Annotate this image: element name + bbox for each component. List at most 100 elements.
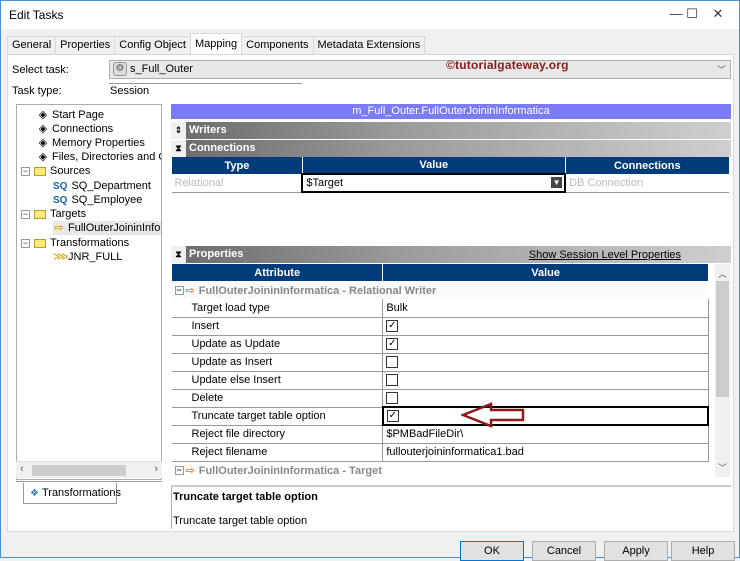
property-value[interactable]: ✓ — [382, 317, 709, 336]
tab-components[interactable]: Components — [241, 36, 314, 54]
show-session-level-properties-link[interactable]: Show Session Level Properties — [529, 247, 681, 264]
apply-button[interactable]: Apply — [604, 541, 668, 561]
tab-mapping[interactable]: Mapping — [189, 33, 243, 54]
property-row[interactable]: Delete — [171, 389, 709, 408]
tab-config-object[interactable]: Config Object — [114, 36, 191, 54]
close-button[interactable]: ✕ — [703, 4, 733, 24]
tree-item-start-page[interactable]: ◈ Start Page — [37, 108, 104, 122]
tree-item-connections[interactable]: ◈ Connections — [37, 122, 113, 136]
tree-item-target-fullouterjoin[interactable]: ⇨FullOuterJoininInform — [53, 221, 161, 235]
dropdown-arrow-icon[interactable]: ▼ — [551, 177, 563, 188]
checkbox[interactable] — [386, 356, 399, 369]
tree-item-sq-department[interactable]: SQ SQ_Department — [53, 179, 151, 193]
property-value[interactable] — [382, 353, 709, 372]
property-attribute: Update else Insert — [171, 371, 384, 390]
connection-connections-cell[interactable]: DB Connection — [565, 174, 729, 193]
transformations-icon: ❖ — [30, 488, 39, 499]
tree-horizontal-scrollbar[interactable]: ‹ › — [16, 461, 162, 478]
scroll-up-icon[interactable]: ︿ — [718, 267, 727, 280]
description-body: Truncate target table option — [173, 515, 308, 527]
column-header-type: Type — [171, 157, 303, 174]
properties-table: Attribute Value − ⇨ FullOuterJoininInforma… — [171, 264, 710, 477]
scroll-right-icon[interactable]: › — [154, 463, 158, 475]
target-icon: ⇨ — [54, 222, 64, 234]
target-icon: ⇨ — [185, 464, 195, 477]
navigator-tree: ◈ Start Page ◈ Connections ◈ Memory Propert… — [16, 104, 162, 480]
cancel-button[interactable]: Cancel — [532, 541, 596, 561]
collapse-toggle-icon[interactable]: ⧗ — [171, 140, 186, 157]
tree-item-memory-properties[interactable]: ◈ Memory Properties — [37, 136, 145, 150]
tree-folder-sources[interactable]: − Sources — [21, 164, 90, 178]
scroll-down-icon[interactable]: ﹀ — [718, 461, 727, 474]
tree-item-jnr-full[interactable]: ⋙JNR_FULL — [53, 250, 122, 264]
collapse-icon[interactable]: − — [21, 166, 30, 176]
tab-properties[interactable]: Properties — [55, 36, 116, 54]
tree-folder-transformations[interactable]: − Transformations — [21, 236, 129, 250]
collapse-icon[interactable]: − — [21, 209, 30, 219]
tree-item-sq-employee[interactable]: SQ SQ_Employee — [53, 193, 142, 207]
property-row[interactable]: Insert ✓ — [171, 317, 709, 336]
scroll-left-icon[interactable]: ‹ — [20, 463, 24, 475]
tree-item-files-directories[interactable]: ◈Files, Directories and Com — [37, 150, 161, 164]
mapping-header: m_Full_Outer.FullOuterJoininInformatica — [171, 104, 731, 119]
tab-general[interactable]: General — [7, 36, 57, 54]
connections-table: Type Value Connections Relational $Targe… — [171, 157, 729, 193]
property-value[interactable]: ✓ — [382, 335, 709, 354]
collapse-icon[interactable]: − — [21, 238, 30, 248]
group-row-relational-writer[interactable]: − ⇨ FullOuterJoininInformatica - Relationa… — [171, 281, 708, 299]
scrollbar-thumb[interactable] — [32, 465, 126, 476]
collapse-icon[interactable]: − — [174, 286, 184, 296]
property-value[interactable]: Bulk — [382, 299, 709, 318]
collapse-icon[interactable]: − — [174, 466, 184, 476]
properties-section-bar[interactable]: ⧗ Properties Show Session Level Propertie… — [171, 246, 731, 263]
tab-metadata-extensions[interactable]: Metadata Extensions — [312, 36, 426, 54]
folder-icon — [34, 166, 46, 176]
property-row[interactable]: Update as Insert — [171, 353, 709, 372]
property-row[interactable]: Reject file directory $PMBadFileDir\ — [171, 425, 709, 444]
expand-toggle-icon[interactable]: ⇕ — [171, 122, 186, 139]
session-gear-icon: ⚙ — [113, 62, 127, 76]
property-value[interactable]: ✓ — [381, 406, 710, 426]
divider — [16, 481, 162, 482]
property-value[interactable]: fullouterjoininformatica1.bad — [382, 443, 709, 462]
page-icon: ◈ — [38, 151, 48, 163]
target-icon: ⇨ — [185, 284, 195, 297]
properties-table-container: Attribute Value − ⇨ FullOuterJoininInforma… — [171, 264, 715, 477]
group-row-target[interactable]: − ⇨ FullOuterJoininInformatica - Target — [172, 461, 709, 477]
property-attribute: Update as Insert — [171, 353, 384, 372]
source-qualifier-icon: SQ — [53, 181, 68, 192]
edit-tasks-window: Edit Tasks — ☐ ✕ General Properties Conf… — [0, 0, 740, 561]
properties-vertical-scrollbar[interactable]: ︿ ﹀ — [715, 264, 730, 477]
property-attribute: Update as Update — [171, 335, 384, 354]
folder-icon — [34, 209, 46, 219]
property-row[interactable]: Truncate target table option ✓ — [171, 406, 710, 426]
property-value[interactable]: $PMBadFileDir\ — [382, 425, 709, 444]
checkbox[interactable]: ✓ — [386, 320, 399, 333]
property-attribute: Reject file directory — [171, 425, 384, 444]
connections-section-bar[interactable]: ⧗ Connections — [171, 140, 731, 157]
ok-button[interactable]: OK — [460, 541, 524, 561]
writers-section-bar[interactable]: ⇕ Writers — [171, 122, 731, 139]
task-type-value: Session — [109, 83, 302, 99]
property-row[interactable]: Update else Insert — [171, 371, 709, 390]
connection-type-cell: Relational — [171, 174, 303, 193]
property-value[interactable] — [382, 389, 709, 408]
checkbox[interactable] — [386, 391, 399, 404]
property-row[interactable]: Update as Update ✓ — [171, 335, 709, 354]
property-attribute: Delete — [171, 389, 384, 408]
property-row[interactable]: Target load type Bulk — [171, 299, 709, 318]
checkbox[interactable]: ✓ — [386, 410, 399, 423]
tab-transformations[interactable]: ❖ Transformations — [23, 483, 121, 504]
collapse-toggle-icon[interactable]: ⧗ — [171, 246, 186, 263]
select-task-label: Select task: — [12, 64, 69, 76]
property-attribute: Truncate target table option — [171, 407, 384, 426]
checkbox[interactable]: ✓ — [386, 338, 399, 351]
property-row[interactable]: Reject filename fullouterjoininformatica1… — [171, 443, 709, 462]
property-value[interactable] — [382, 371, 709, 390]
help-button[interactable]: Help — [671, 541, 735, 561]
scrollbar-thumb[interactable] — [716, 281, 729, 397]
checkbox[interactable] — [386, 374, 399, 387]
select-task-dropdown[interactable]: ⚙ s_Full_Outer ﹀ — [109, 60, 731, 79]
connection-value-cell[interactable]: $Target ▼ — [301, 173, 567, 193]
tree-folder-targets[interactable]: − Targets — [21, 207, 86, 221]
